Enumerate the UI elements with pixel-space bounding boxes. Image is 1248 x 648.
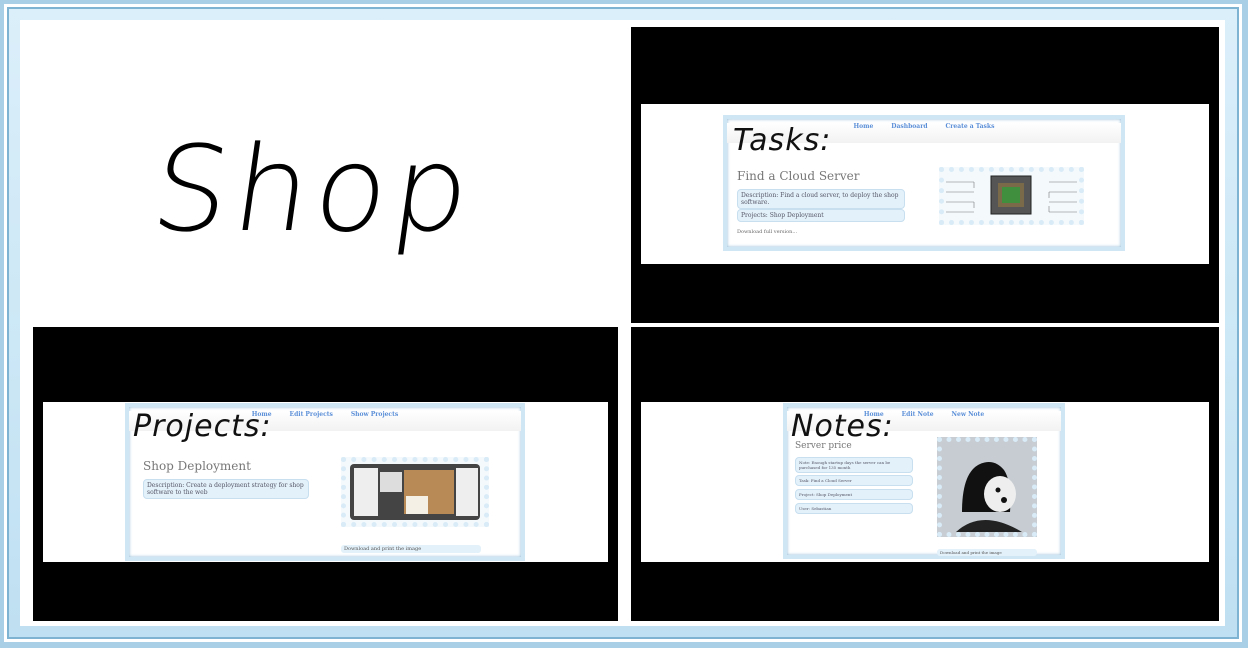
note-user: User: Sebastian <box>795 503 913 514</box>
note-body: Note: Enough startup days the server can… <box>795 457 913 473</box>
projects-heading: Projects: <box>133 409 272 444</box>
circuit-image <box>946 175 1077 215</box>
notes-image-frame <box>937 437 1037 537</box>
notes-nav-edit[interactable]: Edit Note <box>902 411 934 418</box>
title-panel: Shop <box>24 24 624 324</box>
tasks-nav-home[interactable]: Home <box>854 123 874 130</box>
note-project: Project: Shop Deployment <box>795 489 913 500</box>
sketches-image <box>350 464 480 520</box>
tasks-nav-create[interactable]: Create a Tasks <box>945 123 994 130</box>
task-project: Projects: Shop Deployment <box>737 209 905 222</box>
note-task: Task: Find a Cloud Server <box>795 475 913 486</box>
note-title: Server price <box>795 441 852 451</box>
tasks-image-frame <box>939 167 1084 225</box>
task-description: Description: Find a cloud server, to dep… <box>737 189 905 209</box>
notes-screenshot-panel: Home Edit Note New Note Notes: Server pr… <box>631 327 1219 621</box>
project-download-link[interactable]: Download and print the image <box>341 545 481 553</box>
projects-image-frame <box>341 457 489 527</box>
tasks-nav-dashboard[interactable]: Dashboard <box>891 123 927 130</box>
tasks-screenshot-panel: Home Dashboard Create a Tasks Tasks: Fin… <box>631 27 1219 323</box>
project-title: Shop Deployment <box>143 459 251 473</box>
notes-nav-new[interactable]: New Note <box>952 411 985 418</box>
projects-nav-edit[interactable]: Edit Projects <box>290 411 333 418</box>
projects-site-window: Home Edit Projects Show Projects Project… <box>125 403 525 561</box>
vader-bear-image <box>942 442 1032 532</box>
tasks-heading: Tasks: <box>733 123 832 158</box>
project-description: Description: Create a deployment strateg… <box>143 479 309 499</box>
note-download-link[interactable]: Download and print the image <box>937 549 1037 556</box>
projects-screenshot-panel: Home Edit Projects Show Projects Project… <box>33 327 618 621</box>
notes-site-window: Home Edit Note New Note Notes: Server pr… <box>783 403 1065 559</box>
projects-nav-show[interactable]: Show Projects <box>351 411 398 418</box>
task-download-link[interactable]: Download full version... <box>737 229 797 235</box>
notes-heading: Notes: <box>791 409 894 444</box>
shop-title: Shop <box>144 120 485 258</box>
task-title: Find a Cloud Server <box>737 169 860 183</box>
tasks-site-window: Home Dashboard Create a Tasks Tasks: Fin… <box>723 115 1125 251</box>
